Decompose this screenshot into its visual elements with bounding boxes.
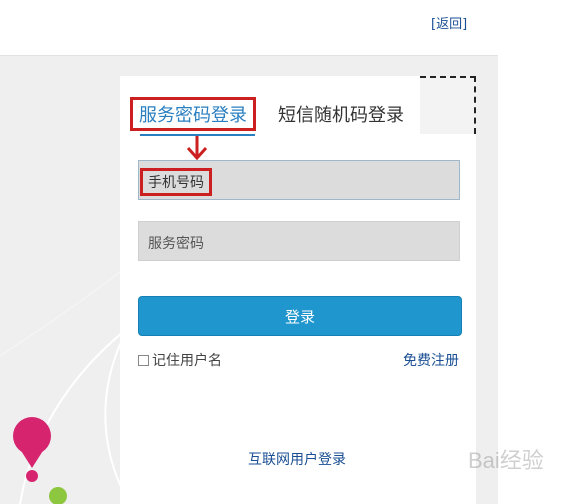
location-pin-icon xyxy=(13,417,51,482)
remember-label: 记住用户名 xyxy=(152,353,222,369)
watermark-text: Bai经验 xyxy=(468,448,544,473)
login-card: 服务密码登录 短信随机码登录 手机号码 服务密码 登录 记住用户名 免费注册 互… xyxy=(120,76,476,504)
decorative-arc xyxy=(0,255,141,357)
login-button[interactable]: 登录 xyxy=(138,296,462,336)
baidu-watermark: Bai经验 xyxy=(468,448,544,473)
corner-dashed-frame xyxy=(420,76,476,134)
green-dot-icon xyxy=(49,487,67,504)
internet-user-login-link[interactable]: 互联网用户登录 xyxy=(248,449,346,469)
arrow-down-icon xyxy=(186,136,208,161)
phone-input[interactable]: 手机号码 xyxy=(138,160,460,200)
password-placeholder: 服务密码 xyxy=(148,236,204,252)
password-input[interactable]: 服务密码 xyxy=(138,221,460,261)
tab-sms-login[interactable]: 短信随机码登录 xyxy=(278,101,404,127)
phone-placeholder: 手机号码 xyxy=(140,168,212,196)
register-link[interactable]: 免费注册 xyxy=(403,350,459,370)
top-bar: [返回] xyxy=(0,0,498,56)
remember-checkbox[interactable] xyxy=(138,354,149,366)
right-margin xyxy=(498,0,574,504)
back-link[interactable]: [返回] xyxy=(431,13,467,32)
remember-username[interactable]: 记住用户名 xyxy=(138,350,222,370)
tab-password-login[interactable]: 服务密码登录 xyxy=(130,97,256,131)
